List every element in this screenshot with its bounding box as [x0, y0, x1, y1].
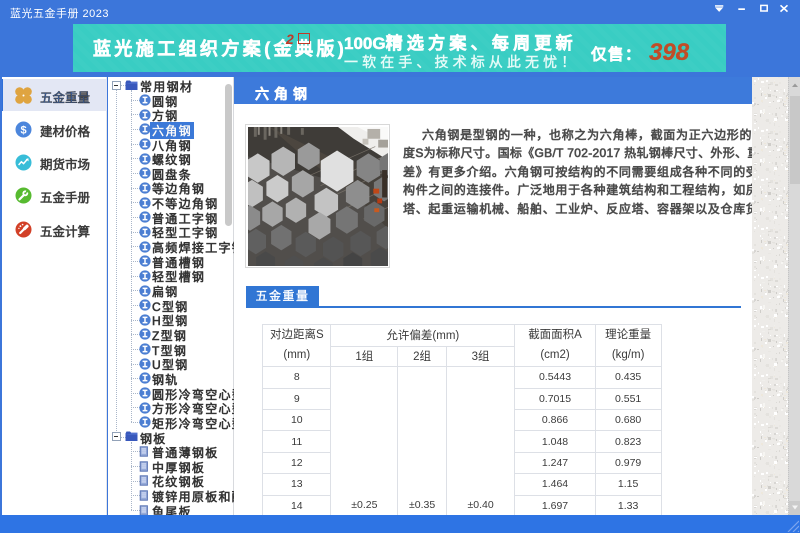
svg-text:$: $: [20, 125, 26, 137]
